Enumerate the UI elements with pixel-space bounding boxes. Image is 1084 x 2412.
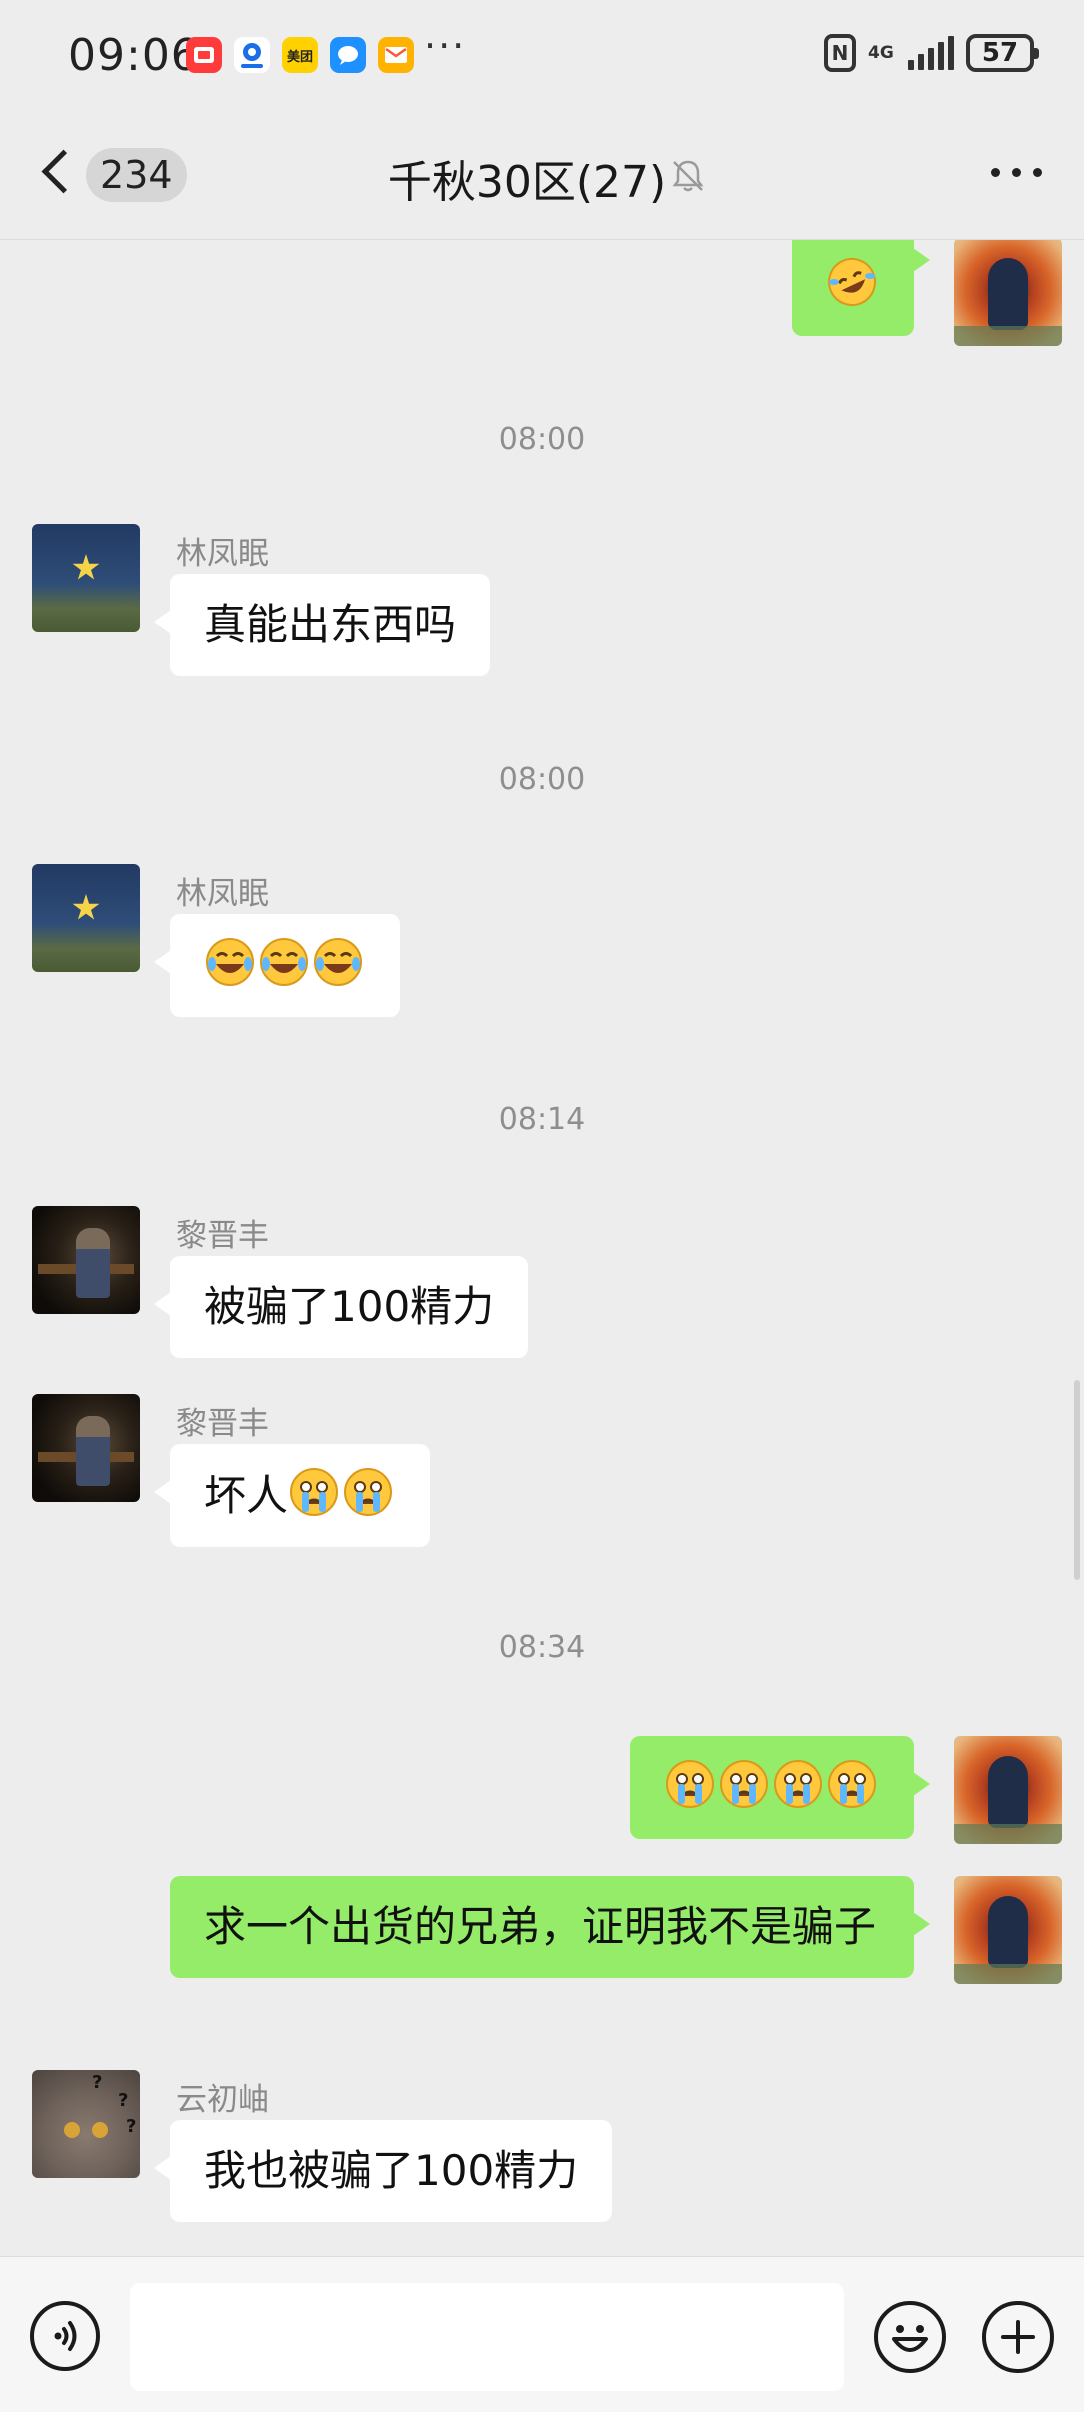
smiley-icon	[892, 2325, 928, 2352]
message-bubble-incoming[interactable]: 我也被骗了100精力	[153, 2120, 613, 2222]
status-bar: 09:06 美团 ··· N 4G 57	[0, 0, 1084, 112]
timestamp: 08:14	[498, 1102, 586, 1137]
timestamp: 08:00	[498, 422, 586, 457]
avatar-yunchuxiu[interactable]: ???	[32, 2070, 140, 2178]
battery-icon: 57	[966, 34, 1039, 72]
message-bubble-incoming[interactable]: 被骗了100精力	[153, 1256, 529, 1358]
message-list[interactable]: 08:00 林凤眠 真能出东西吗 08:00 林凤眠 08:14 黎晋丰 被骗了…	[0, 240, 1084, 2256]
message-bubble-outgoing[interactable]: 求一个出货的兄弟，证明我不是骗子	[170, 1876, 930, 1978]
message-bubble-outgoing[interactable]	[630, 1736, 930, 1839]
crying-emoji-icon	[828, 1760, 876, 1808]
rofl-emoji-icon	[828, 258, 876, 306]
tears-of-joy-emoji-icon	[314, 938, 362, 986]
message-text: 我也被骗了100精力	[204, 2146, 579, 2195]
meituan-icon: 美团	[282, 37, 318, 73]
chat-title: 千秋30区(27)	[387, 157, 667, 208]
timestamp: 08:00	[498, 762, 586, 797]
my-avatar[interactable]	[954, 240, 1062, 346]
message-text: 坏人	[204, 1471, 289, 1520]
red-app-icon	[186, 37, 222, 73]
avatar-linfengmian[interactable]	[32, 524, 140, 632]
blue-app-icon	[234, 37, 270, 73]
crying-emoji-icon	[344, 1468, 393, 1516]
avatar-lijinfeng[interactable]	[32, 1394, 140, 1502]
voice-icon	[54, 2321, 77, 2351]
chat-bubble-app-icon	[330, 37, 366, 73]
status-app-icons: 美团	[186, 37, 414, 73]
status-more-icon: ···	[424, 24, 467, 68]
message-text: 被骗了100精力	[204, 1282, 495, 1331]
sender-name: 黎晋丰	[176, 1218, 269, 1254]
my-avatar[interactable]	[954, 1736, 1062, 1844]
message-input[interactable]	[130, 2283, 844, 2391]
network-type: 4G	[868, 43, 894, 63]
mail-app-icon	[378, 37, 414, 73]
status-time: 09:06	[68, 30, 200, 81]
crying-emoji-icon	[666, 1760, 714, 1808]
crying-emoji-icon	[774, 1760, 822, 1808]
sender-name: 林凤眠	[176, 536, 269, 572]
message-text: 求一个出货的兄弟，证明我不是骗子	[204, 1902, 877, 1951]
chat-more-button[interactable]	[991, 168, 1042, 177]
sender-name: 云初岫	[176, 2082, 269, 2118]
emoji-button[interactable]	[874, 2301, 946, 2373]
sender-name: 林凤眠	[176, 876, 269, 912]
status-indicators: N 4G 57	[824, 34, 1039, 72]
scrollbar[interactable]	[1074, 1380, 1080, 1580]
avatar-lijinfeng[interactable]	[32, 1206, 140, 1314]
tears-of-joy-emoji-icon	[206, 938, 254, 986]
message-bubble-incoming[interactable]: 坏人	[153, 1444, 431, 1547]
chat-header: 234 千秋30区(27)	[0, 112, 1084, 240]
message-bubble-incoming[interactable]: 真能出东西吗	[153, 574, 491, 676]
tears-of-joy-emoji-icon	[260, 938, 308, 986]
crying-emoji-icon	[720, 1760, 768, 1808]
signal-icon	[908, 36, 954, 70]
timestamp: 08:34	[498, 1630, 586, 1665]
my-avatar[interactable]	[954, 1876, 1062, 1984]
message-bubble-outgoing[interactable]	[792, 240, 930, 336]
crying-emoji-icon	[290, 1468, 339, 1516]
nfc-icon: N	[824, 34, 856, 72]
more-functions-button[interactable]	[982, 2301, 1054, 2373]
message-text: 真能出东西吗	[204, 600, 457, 649]
avatar-linfengmian[interactable]	[32, 864, 140, 972]
mute-bell-icon	[672, 160, 704, 192]
message-bubble-incoming[interactable]	[154, 914, 400, 1017]
input-bar	[0, 2256, 1084, 2412]
sender-name: 黎晋丰	[176, 1406, 269, 1442]
voice-input-button[interactable]	[30, 2301, 100, 2371]
